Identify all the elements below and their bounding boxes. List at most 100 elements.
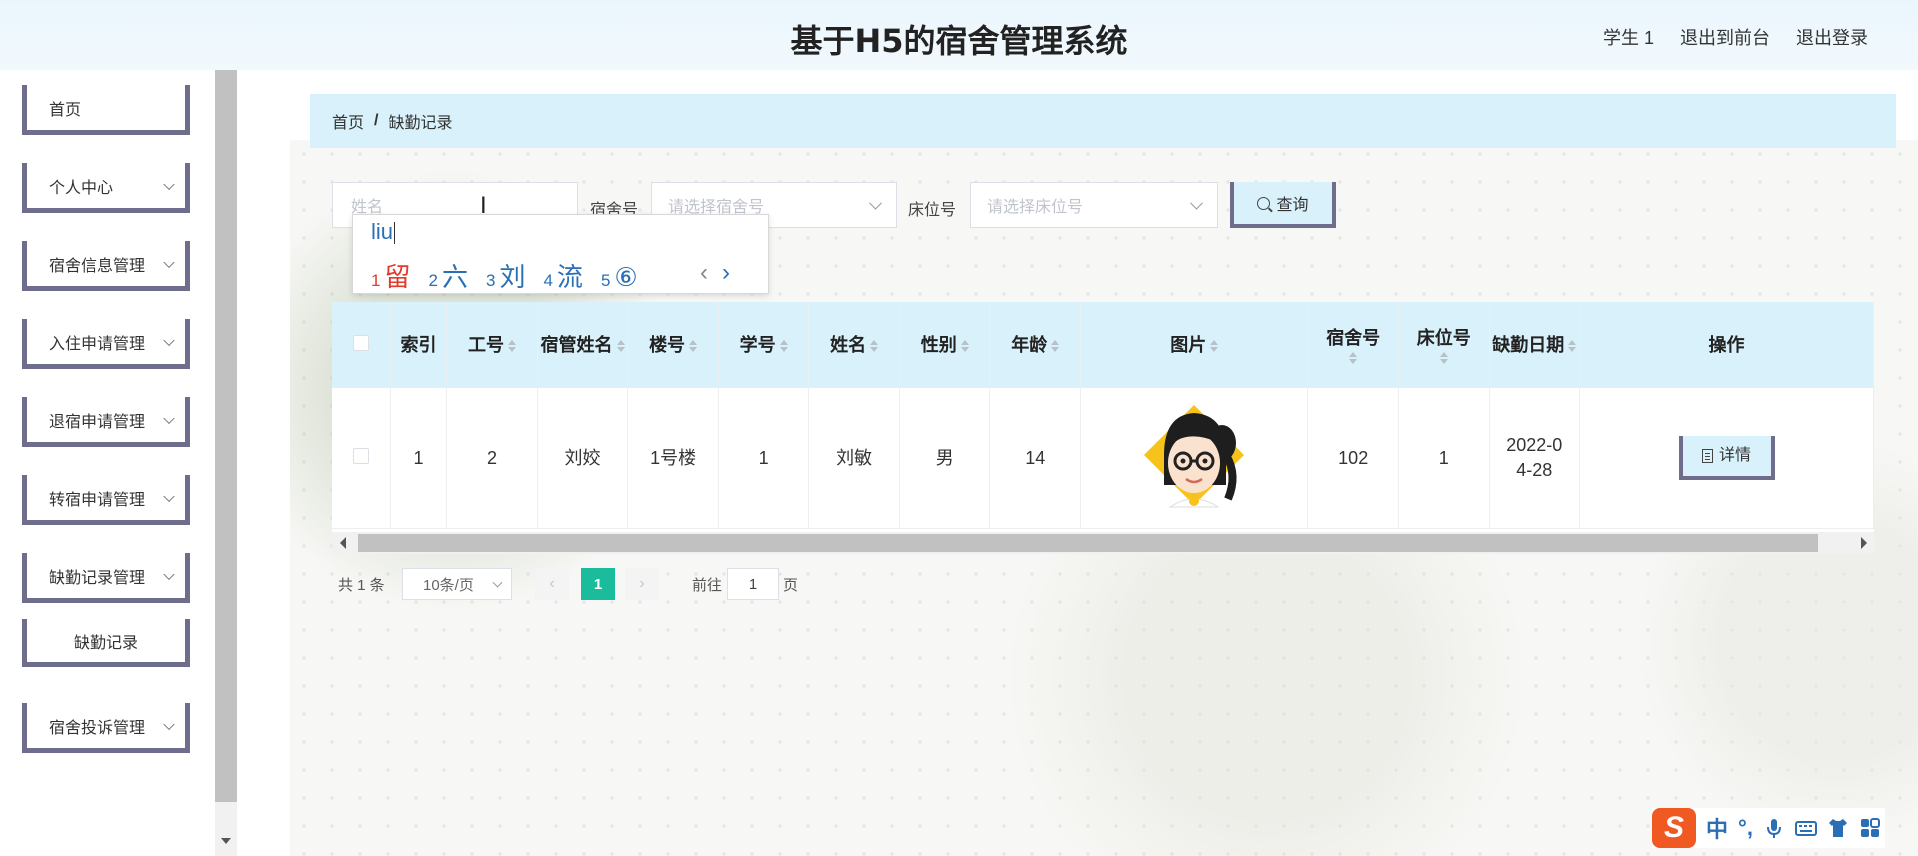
sort-icon[interactable] — [507, 340, 516, 353]
sidebar-scrollbar-thumb[interactable] — [215, 70, 237, 802]
header-gender[interactable]: 性别 — [899, 302, 991, 388]
document-icon — [1702, 448, 1714, 463]
header-age[interactable]: 年龄 — [989, 302, 1082, 388]
ime-candidate[interactable]: 4流 — [543, 257, 582, 294]
sidebar-item-label: 个人中心 — [49, 179, 114, 197]
header-staff-no[interactable]: 工号 — [446, 302, 538, 388]
ime-next-icon[interactable]: › — [722, 259, 730, 287]
detail-button[interactable]: 详情 — [1678, 435, 1775, 480]
ime-candidate[interactable]: 5⑥ — [601, 262, 638, 293]
header-label: 宿管姓名 — [540, 334, 613, 355]
candidate-text: 留 — [384, 262, 411, 292]
cell-photo — [1080, 388, 1309, 529]
chevron-down-icon — [869, 196, 882, 210]
sort-icon[interactable] — [1568, 340, 1577, 353]
page-size-select[interactable]: 10条/页 — [402, 568, 512, 600]
header-photo[interactable]: 图片 — [1080, 302, 1309, 388]
header-label: 姓名 — [830, 334, 867, 355]
ime-prev-icon[interactable]: ‹ — [700, 259, 708, 287]
sort-icon[interactable] — [616, 340, 625, 353]
chevron-down-icon — [163, 568, 175, 580]
sort-icon[interactable] — [870, 340, 879, 353]
sort-icon[interactable] — [779, 340, 788, 353]
header-absence-date[interactable]: 缺勤日期 — [1489, 302, 1581, 388]
candidate-number: 4 — [543, 271, 553, 290]
chevron-down-icon — [163, 334, 175, 346]
scroll-left-arrow-icon[interactable] — [340, 537, 346, 549]
select-all-checkbox[interactable] — [352, 334, 369, 351]
candidate-text: 流 — [556, 262, 583, 292]
ime-candidate[interactable]: 2六 — [428, 257, 467, 294]
logout-link[interactable]: 退出登录 — [1796, 24, 1868, 50]
sort-icon[interactable] — [1439, 352, 1448, 365]
row-checkbox[interactable] — [352, 447, 369, 464]
chevron-down-icon — [492, 577, 503, 588]
next-page-button[interactable]: › — [625, 568, 659, 600]
header-manager-name[interactable]: 宿管姓名 — [537, 302, 629, 388]
header-index: 索引 — [390, 302, 448, 388]
sidebar-item-home[interactable]: 首页 — [22, 85, 190, 135]
breadcrumb-separator: / — [374, 112, 379, 129]
sidebar-item-absence-manage[interactable]: 缺勤记录管理 — [22, 553, 190, 603]
current-user[interactable]: 学生 1 — [1603, 24, 1654, 50]
sort-icon[interactable] — [689, 340, 698, 353]
ime-mode-toggle[interactable]: 中 — [1706, 812, 1728, 844]
cell-actions: 详情 — [1579, 388, 1874, 529]
query-button[interactable]: 查询 — [1230, 182, 1336, 228]
breadcrumb-home[interactable]: 首页 — [332, 109, 364, 133]
sidebar-item-checkin-apply[interactable]: 入住申请管理 — [22, 319, 190, 369]
sidebar-item-label: 退宿申请管理 — [49, 413, 146, 431]
header-bed-no[interactable]: 床位号 — [1398, 302, 1490, 388]
sidebar-subitem-absence-records[interactable]: 缺勤记录 — [22, 619, 190, 667]
header-dorm-no[interactable]: 宿舍号 — [1307, 302, 1399, 388]
ime-composition: liu — [371, 219, 394, 244]
header-actions: 操作 — [1579, 302, 1874, 388]
sort-icon[interactable] — [1210, 340, 1219, 353]
sidebar-item-personal-center[interactable]: 个人中心 — [22, 163, 190, 213]
candidate-number: 5 — [600, 271, 611, 290]
query-label: 查询 — [1276, 197, 1309, 214]
breadcrumb: 首页 / 缺勤记录 — [310, 94, 1896, 148]
header-label: 楼号 — [649, 334, 686, 355]
table-scrollbar-thumb[interactable] — [358, 534, 1818, 552]
ime-candidate[interactable]: 1留 — [371, 257, 410, 294]
sidebar-item-label: 缺勤记录 — [73, 634, 138, 652]
ime-candidate[interactable]: 3刘 — [486, 257, 525, 294]
sort-icon[interactable] — [1051, 340, 1060, 353]
goto-page-input[interactable]: 1 — [727, 568, 779, 600]
toolbox-grid-icon[interactable] — [1859, 817, 1881, 839]
sidebar-item-checkout-apply[interactable]: 退宿申请管理 — [22, 397, 190, 447]
sidebar-item-transfer-apply[interactable]: 转宿申请管理 — [22, 475, 190, 525]
header-building[interactable]: 楼号 — [627, 302, 719, 388]
bed-label: 床位号 — [908, 202, 957, 219]
header-label: 性别 — [920, 334, 957, 355]
select-all-cell — [332, 302, 391, 388]
ime-punct-toggle[interactable]: °, — [1738, 815, 1753, 841]
scroll-right-arrow-icon[interactable] — [1861, 537, 1867, 549]
sort-icon[interactable] — [1349, 352, 1358, 365]
sogou-logo-icon[interactable]: S — [1652, 808, 1696, 848]
header-label: 年龄 — [1011, 334, 1048, 355]
sort-icon[interactable] — [960, 340, 969, 353]
back-to-front-link[interactable]: 退出到前台 — [1680, 24, 1770, 50]
student-avatar-image[interactable] — [1134, 395, 1254, 515]
scroll-down-arrow-icon[interactable] — [221, 838, 231, 844]
page-number-active[interactable]: 1 — [581, 568, 615, 600]
cell-age: 14 — [989, 388, 1082, 529]
top-header: 基于H5的宿舍管理系统 学生 1 退出到前台 退出登录 — [0, 0, 1918, 70]
search-icon — [1257, 196, 1271, 210]
ime-candidate-list: 1留 2六 3刘 4流 5⑥ — [371, 257, 638, 294]
prev-page-button[interactable]: ‹ — [535, 568, 569, 600]
bed-select[interactable]: 请选择床位号 — [970, 182, 1218, 228]
candidate-number: 3 — [485, 271, 496, 290]
cell-absence-date: 2022-04-28 — [1489, 388, 1581, 529]
skin-shirt-icon[interactable] — [1827, 817, 1849, 839]
header-name[interactable]: 姓名 — [808, 302, 900, 388]
sidebar-item-complaint-manage[interactable]: 宿舍投诉管理 — [22, 703, 190, 753]
cell-student-no: 1 — [718, 388, 810, 529]
microphone-icon[interactable] — [1763, 817, 1785, 839]
header-student-no[interactable]: 学号 — [718, 302, 810, 388]
sidebar-item-dorm-info[interactable]: 宿舍信息管理 — [22, 241, 190, 291]
keyboard-icon[interactable] — [1794, 817, 1817, 839]
chevron-down-icon — [163, 412, 175, 424]
